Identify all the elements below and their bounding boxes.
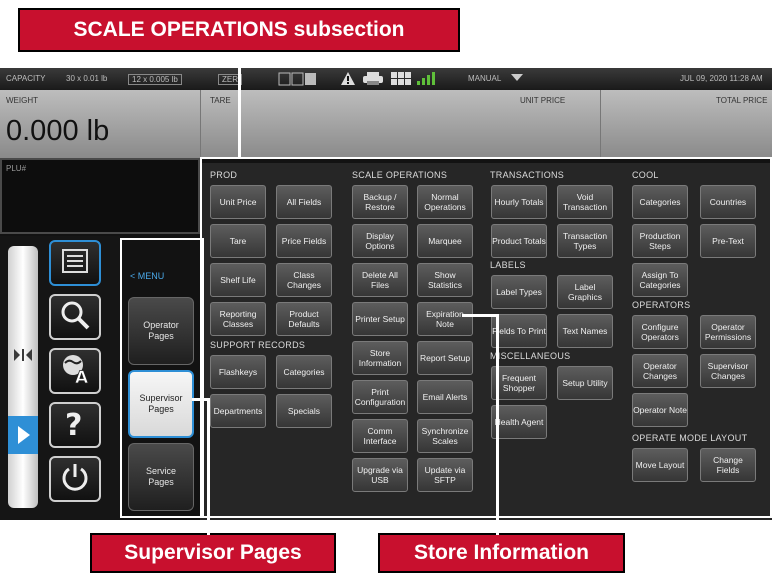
supervisor-pages-highlight [120,238,204,518]
expand-arrow[interactable] [8,416,38,454]
search-button[interactable] [49,294,101,340]
scale-operations-highlight [200,157,772,518]
language-button[interactable]: A [49,348,101,394]
svg-text:?: ? [65,408,82,439]
globe-icon: A [59,353,91,390]
leader-line-left-h [192,398,208,401]
capacity-range-1: 30 x 0.01 lb [66,74,108,83]
weigh-bar: WEIGHT TARE UNIT PRICE TOTAL PRICE 0.000… [0,90,772,158]
leader-line-right-v [496,314,499,535]
tare-label: TARE [210,96,231,105]
date-time: JUL 09, 2020 11:28 AM [680,74,763,83]
help-button[interactable]: ? [49,402,101,448]
svg-text:A: A [75,368,89,385]
leader-line-top [238,52,241,159]
printer-icon [362,71,384,88]
plu-label: PLU# [6,164,27,173]
callout-scale-operations: SCALE OPERATIONS subsection [18,8,460,52]
divider [200,90,201,158]
capacity-label: CAPACITY [6,74,46,83]
home-icon[interactable] [11,519,33,520]
help-icon: ? [61,407,89,444]
unit-price-label: UNIT PRICE [520,96,566,105]
callout-supervisor-pages: Supervisor Pages [90,533,336,573]
power-button[interactable] [49,456,101,502]
chevron-down-icon[interactable] [510,73,524,84]
mode-label: MANUAL [468,74,502,83]
list-view-button[interactable] [49,240,101,286]
side-strip [8,246,38,508]
side-navigation: A ? [0,236,120,520]
power-icon [60,462,90,497]
toggle-icon [278,72,318,88]
callout-store-information: Store Information [378,533,625,573]
leader-line-right-h [462,314,498,317]
status-bar: CAPACITY 30 x 0.01 lb 12 x 0.005 lb ZER … [0,68,772,90]
collapse-icon[interactable] [13,348,33,367]
list-icon [61,248,89,279]
total-price-label: TOTAL PRICE [716,96,768,105]
grid-icon [390,71,412,88]
capacity-range-2: 12 x 0.005 lb [128,74,182,85]
warning-icon [340,71,356,88]
signal-icon [416,71,436,88]
search-icon [60,300,90,335]
weight-label: WEIGHT [6,96,38,105]
leader-line-left-v [207,398,210,535]
weight-value: 0.000 lb [6,115,110,147]
plu-field[interactable]: PLU# [0,158,200,234]
divider [600,90,601,158]
